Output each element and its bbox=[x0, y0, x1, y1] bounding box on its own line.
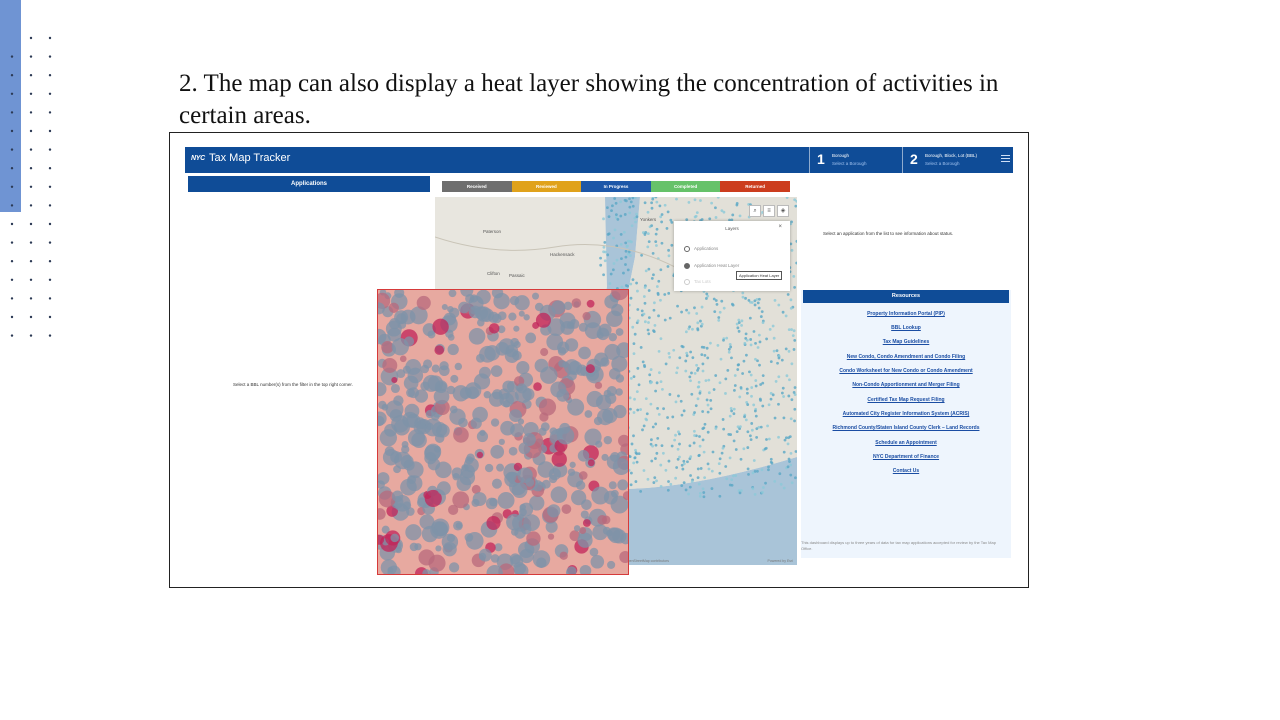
app-header: NYC Tax Map Tracker 1 Borough Select a B… bbox=[185, 147, 1013, 173]
tab-reviewed[interactable]: Reviewed bbox=[511, 181, 582, 192]
layer-tax-lots[interactable]: Tax Lots bbox=[684, 279, 711, 285]
link-acris[interactable]: Automated City Register Information Syst… bbox=[801, 411, 1011, 417]
map-attribution-esri: Powered by Esri bbox=[767, 559, 793, 563]
link-bbl-lookup[interactable]: BBL Lookup bbox=[801, 325, 1011, 331]
tab-returned[interactable]: Returned bbox=[720, 181, 790, 192]
link-condo-filing[interactable]: New Condo, Condo Amendment and Condo Fil… bbox=[801, 354, 1011, 360]
app-title: Tax Map Tracker bbox=[209, 152, 291, 164]
link-non-condo[interactable]: Non-Condo Apportionment and Merger Filin… bbox=[801, 382, 1011, 388]
link-schedule[interactable]: Schedule an Appointment bbox=[801, 440, 1011, 446]
link-dof[interactable]: NYC Department of Finance bbox=[801, 454, 1011, 460]
layers-icon[interactable]: ◈ bbox=[777, 205, 789, 217]
status-hint: Select an application from the list to s… bbox=[823, 231, 954, 236]
tab-received[interactable]: Received bbox=[442, 181, 512, 192]
link-condo-worksheet[interactable]: Condo Worksheet for New Condo or Condo A… bbox=[801, 368, 1011, 374]
decorative-dot-grid bbox=[10, 36, 52, 337]
app-screenshot: NYC Tax Map Tracker 1 Borough Select a B… bbox=[169, 132, 1029, 588]
dashboard-footnote: This dashboard displays up to three year… bbox=[801, 540, 996, 551]
link-richmond-clerk[interactable]: Richmond County/Staten Island County Cle… bbox=[801, 425, 1011, 431]
step-borough[interactable]: 1 Borough Select a Borough bbox=[809, 147, 902, 173]
radio-icon bbox=[684, 246, 690, 252]
step-label: Borough bbox=[832, 153, 850, 158]
map-place-label: Paterson bbox=[483, 229, 502, 234]
map-place-label: Hackensack bbox=[550, 252, 575, 257]
map-place-label: Passaic bbox=[509, 273, 525, 278]
slide-title: 2. The map can also display a heat layer… bbox=[179, 70, 999, 129]
step-number: 1 bbox=[817, 151, 825, 167]
bbl-instruction: Select a BBL number(s) from the filter i… bbox=[233, 382, 353, 387]
status-tabs: Received Reviewed In Progress Completed … bbox=[442, 181, 790, 192]
hamburger-icon[interactable] bbox=[1001, 155, 1010, 164]
heatmap-zoom-inset bbox=[377, 289, 629, 575]
step-sub: Select a Borough bbox=[925, 161, 960, 166]
zoom-icon[interactable]: ⌕ bbox=[749, 205, 761, 217]
heatmap-zoom-canvas bbox=[378, 290, 628, 574]
link-tax-map-guidelines[interactable]: Tax Map Guidelines bbox=[801, 339, 1011, 345]
step-bbl[interactable]: 2 Borough, Block, Lot (BBL) Select a Bor… bbox=[902, 147, 997, 173]
layer-applications[interactable]: Applications bbox=[684, 246, 718, 252]
layer-label: Application Heat Layer bbox=[694, 263, 740, 269]
layers-panel: Layers × Applications Application Heat L… bbox=[674, 221, 790, 291]
list-icon[interactable]: ≡ bbox=[763, 205, 775, 217]
link-certified-request[interactable]: Certified Tax Map Request Filing bbox=[801, 397, 1011, 403]
resources-header: Resources bbox=[803, 290, 1009, 303]
step-label: Borough, Block, Lot (BBL) bbox=[925, 153, 978, 158]
map-place-label: Yonkers bbox=[640, 217, 657, 222]
radio-icon bbox=[684, 263, 690, 269]
step-sub: Select a Borough bbox=[832, 161, 867, 166]
layer-label: Applications bbox=[694, 246, 719, 252]
layer-heat[interactable]: Application Heat Layer bbox=[684, 263, 739, 269]
step-number: 2 bbox=[910, 151, 918, 167]
link-contact[interactable]: Contact Us bbox=[801, 468, 1011, 474]
resources-panel: Resources Property Information Portal (P… bbox=[801, 290, 1011, 558]
link-pip[interactable]: Property Information Portal (PIP) bbox=[801, 311, 1011, 317]
close-icon[interactable]: × bbox=[778, 224, 782, 230]
nyc-logo: NYC bbox=[191, 155, 205, 162]
radio-icon bbox=[684, 279, 690, 285]
tab-in-progress[interactable]: In Progress bbox=[581, 181, 651, 192]
applications-header: Applications bbox=[188, 176, 430, 192]
map-attribution: OpenStreetMap contributors bbox=[625, 559, 669, 563]
layers-title: Layers bbox=[725, 226, 739, 231]
tab-completed[interactable]: Completed bbox=[650, 181, 721, 192]
layer-tooltip: Application Heat Layer bbox=[736, 271, 783, 280]
map-toolbar: ⌕ ≡ ◈ bbox=[749, 205, 789, 217]
layer-label: Tax Lots bbox=[694, 279, 711, 285]
map-place-label: Clifton bbox=[487, 271, 500, 276]
